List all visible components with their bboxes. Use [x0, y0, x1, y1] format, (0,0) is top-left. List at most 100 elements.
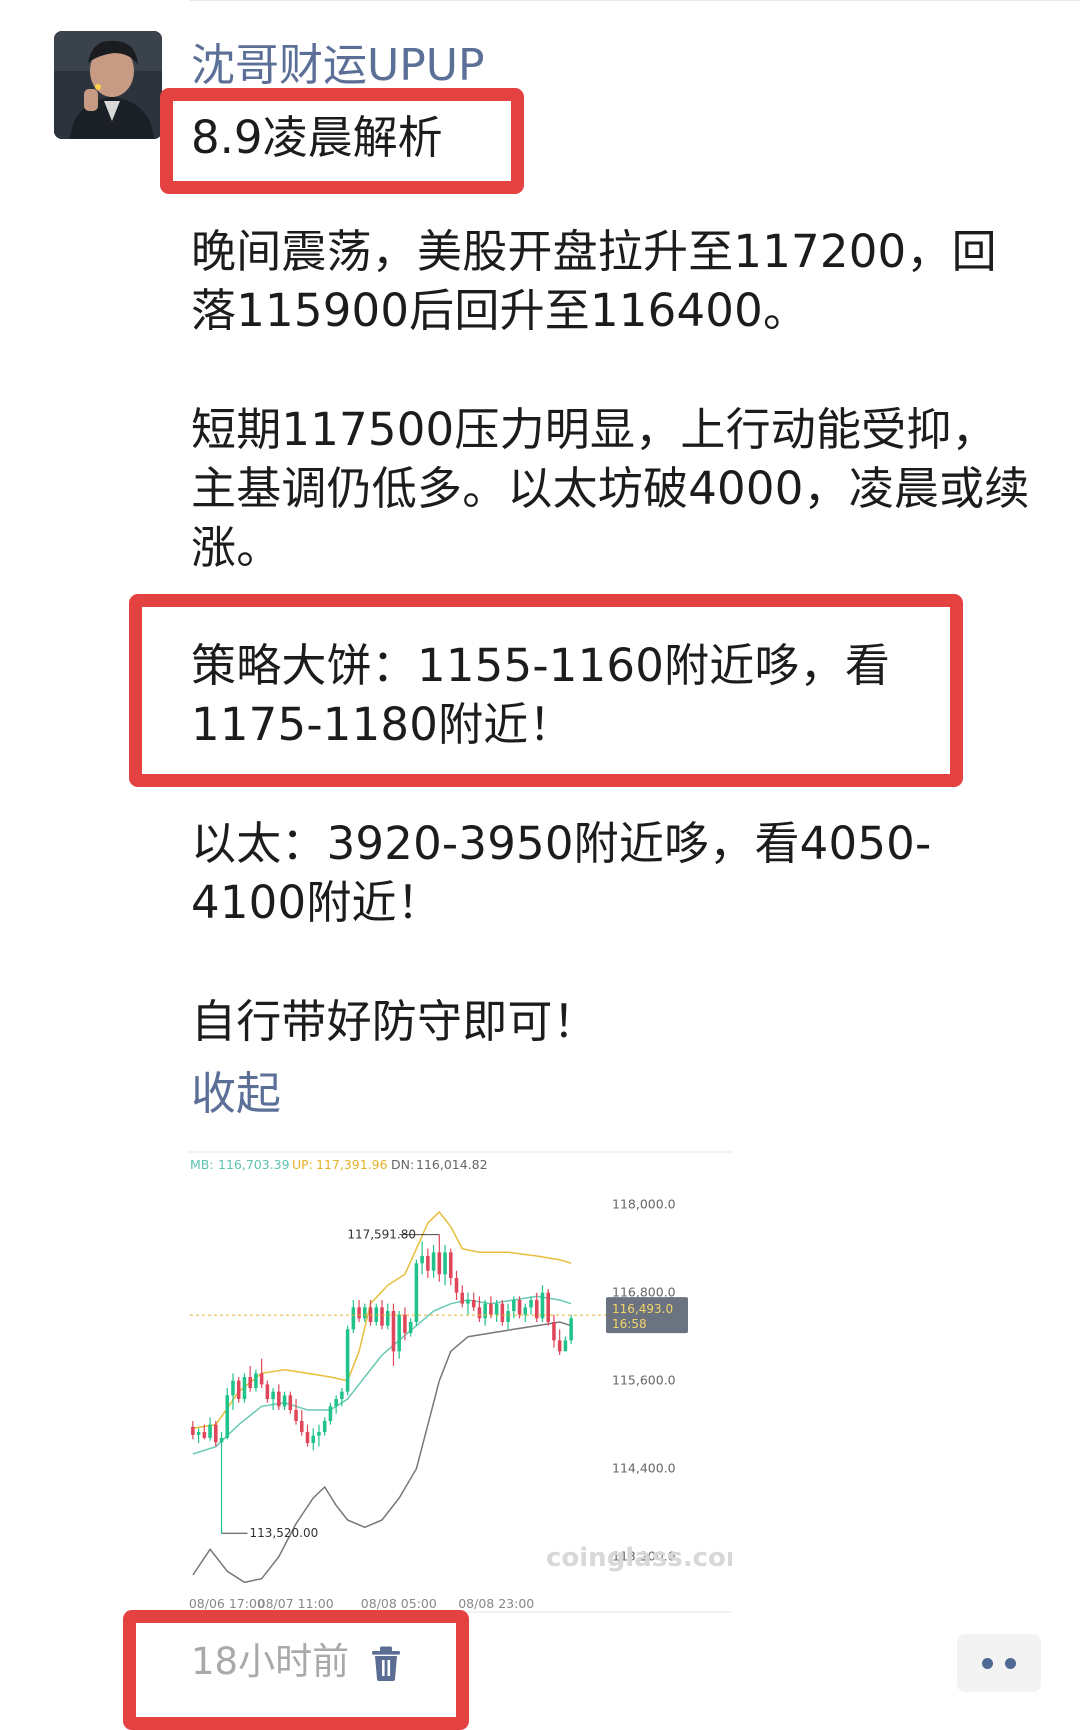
paragraph-outlook: 短期117500压力明显，上行动能受抑，主基调仍低多。以太坊破4000，凌晨或续… [191, 403, 1030, 574]
username-link[interactable]: 沈哥财运UPUP [191, 36, 484, 96]
candle-body [483, 1303, 487, 1319]
candle-body [569, 1318, 573, 1341]
candle-body [466, 1300, 470, 1304]
candle-body [351, 1307, 356, 1330]
y-tick-label: 115,600.0 [612, 1373, 676, 1388]
lower-band-line [192, 1321, 572, 1584]
candle-body [420, 1256, 424, 1264]
candle-body [540, 1292, 545, 1319]
candle-body [380, 1307, 384, 1326]
candle-body [334, 1399, 338, 1407]
candle-body [368, 1307, 373, 1322]
candle-body [271, 1391, 275, 1399]
candle-body [219, 1437, 224, 1443]
up-value: 117,391.96 [316, 1157, 388, 1172]
candle-body [208, 1424, 212, 1438]
candle-body [460, 1292, 465, 1304]
collapse-link[interactable]: 收起 [191, 1064, 281, 1124]
candle-body [529, 1300, 533, 1308]
candle-body [391, 1311, 396, 1352]
candle-body [552, 1322, 556, 1341]
candle-body [408, 1322, 413, 1333]
candle-body [494, 1303, 499, 1315]
mb-label: MB: [190, 1157, 214, 1172]
more-dots-icon [982, 1657, 993, 1669]
candle-body [523, 1307, 528, 1315]
candle-body [563, 1340, 568, 1352]
paragraph-market-summary: 晚间震荡，美股开盘拉升至117200，回落115900后回升至116400。 [191, 225, 997, 337]
candle-body [322, 1421, 327, 1432]
candle-body [311, 1435, 316, 1443]
candle-body [471, 1300, 476, 1308]
dn-label: DN: [391, 1157, 414, 1172]
low-price-label: 113,520.00 [250, 1526, 319, 1540]
candle-body [294, 1410, 298, 1421]
y-tick-label: 114,400.0 [612, 1461, 676, 1476]
more-button[interactable] [957, 1634, 1041, 1692]
candle-body [231, 1380, 235, 1396]
candle-body [299, 1421, 304, 1432]
candle-body [196, 1432, 201, 1435]
up-label: UP: [292, 1157, 313, 1172]
candle-body [248, 1377, 252, 1388]
x-axis: 08/06 17:0008/07 11:00 08/08 05:00 08/08 2… [189, 1596, 534, 1611]
candle-body [317, 1432, 321, 1436]
avatar[interactable] [54, 31, 162, 139]
candle-body [282, 1395, 287, 1407]
timestamp: 18小时前 [191, 1640, 350, 1683]
x-tick-label: 08/08 23:00 [458, 1596, 534, 1611]
candle-body [340, 1391, 344, 1399]
high-price-label: 117,591.80 [347, 1228, 416, 1242]
candle-body [426, 1256, 430, 1271]
paragraph-eth-strategy: 以太：3920-3950附近哆，看4050-4100附近！ [191, 817, 932, 929]
candle-body [357, 1307, 361, 1319]
top-divider [190, 0, 1080, 1]
candle-body [397, 1314, 401, 1352]
candle-body [363, 1307, 367, 1319]
trash-icon[interactable] [366, 1643, 406, 1683]
candle-body [191, 1426, 195, 1435]
candle-body [288, 1395, 293, 1410]
x-tick-label: 08/08 05:00 [361, 1596, 437, 1611]
current-time-label: 16:58 [612, 1317, 647, 1331]
candle-body [546, 1292, 550, 1322]
candle-body [202, 1432, 207, 1438]
indicator-legend: MB: 116,703.39 UP: 117,391.96 DN: 116,01… [190, 1157, 488, 1172]
candle-body [345, 1329, 350, 1392]
current-price-label: 116,493.0 [612, 1302, 673, 1316]
candle-body [259, 1373, 264, 1385]
candle-body [414, 1263, 419, 1322]
candle-body [443, 1252, 447, 1275]
candle-body [431, 1252, 436, 1271]
candle-body [374, 1307, 379, 1322]
candle-body [477, 1307, 482, 1319]
candle-body [328, 1406, 333, 1421]
watermark: coinglass.com [546, 1543, 732, 1573]
price-chart: MB: 116,703.39 UP: 117,391.96 DN: 116,01… [188, 1151, 753, 1613]
more-dots-icon [1005, 1657, 1016, 1669]
candle-body [506, 1311, 510, 1322]
dn-value: 116,014.82 [416, 1157, 488, 1172]
candle-body [500, 1303, 505, 1322]
candle-body [305, 1432, 310, 1443]
candle-body [403, 1314, 407, 1333]
candle-body [385, 1311, 390, 1326]
strategy-highlight-box [129, 594, 963, 787]
candle-body [454, 1278, 459, 1293]
chart-image[interactable]: MB: 116,703.39 UP: 117,391.96 DN: 116,01… [188, 1148, 753, 1618]
mb-value: 116,703.39 [218, 1157, 290, 1172]
candle-body [534, 1300, 539, 1319]
candle-body [225, 1395, 230, 1438]
paragraph-risk-note: 自行带好防守即可！ [191, 995, 598, 1048]
candle-body [236, 1380, 241, 1399]
candle-body [448, 1252, 453, 1278]
candle-body [254, 1373, 258, 1388]
candle-body [512, 1300, 516, 1311]
y-axis: 118,000.0116,800.0115,600.0114,400.0113,… [612, 1197, 676, 1564]
candle-body [489, 1303, 493, 1315]
candle-body [242, 1377, 247, 1399]
title-highlight-box [160, 88, 524, 194]
candle-body [214, 1424, 218, 1443]
candle-body [437, 1252, 442, 1275]
candle-body [277, 1391, 281, 1407]
